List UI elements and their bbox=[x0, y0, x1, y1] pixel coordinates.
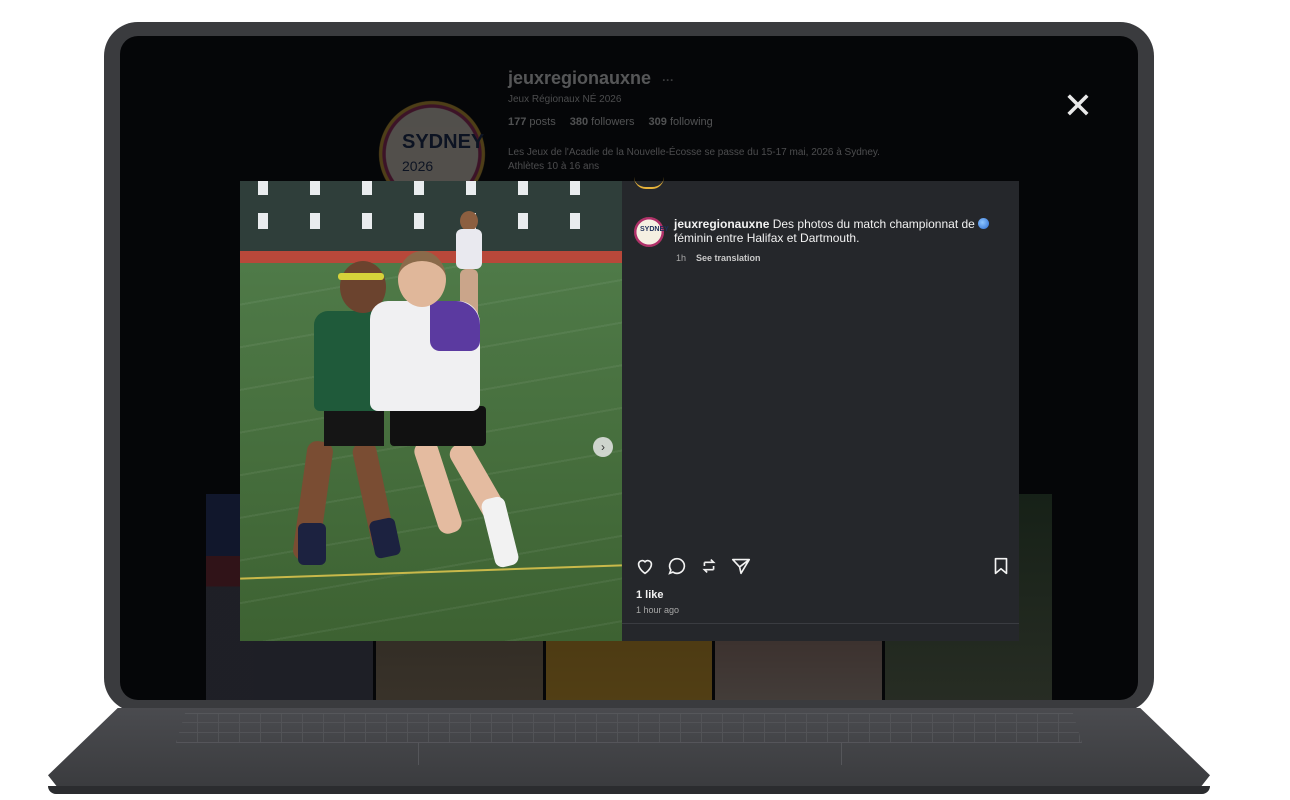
caption-meta: 1h See translation bbox=[676, 253, 761, 263]
laptop-trackpad bbox=[418, 743, 842, 765]
likes-count[interactable]: 1 like bbox=[636, 589, 664, 601]
author-avatar[interactable]: SYDNEY bbox=[634, 217, 669, 247]
send-icon[interactable] bbox=[730, 555, 752, 577]
posts-stat: 177 posts bbox=[508, 116, 556, 128]
profile-bio: Les Jeux de l'Acadie de la Nouvelle-Écos… bbox=[508, 147, 880, 172]
globe-emoji-icon bbox=[978, 218, 990, 229]
caption-row: SYDNEY jeuxregionauxne Des photos du mat… bbox=[634, 217, 1004, 247]
caption-author-link[interactable]: jeuxregionauxne bbox=[674, 217, 769, 231]
profile-subtitle: Jeux Régionaux NÉ 2026 bbox=[508, 94, 622, 105]
post-actions bbox=[634, 555, 1012, 579]
carousel-next-button[interactable]: › bbox=[593, 437, 613, 457]
close-icon[interactable]: ✕ bbox=[1060, 88, 1096, 124]
previous-comment-avatar bbox=[634, 177, 664, 189]
post-timestamp: 1 hour ago bbox=[636, 605, 680, 615]
post-age: 1h bbox=[676, 253, 687, 263]
bookmark-icon[interactable] bbox=[990, 555, 1012, 577]
followers-stat[interactable]: 380 followers bbox=[570, 116, 635, 128]
laptop-keyboard bbox=[176, 713, 1082, 743]
photo-player-white bbox=[370, 251, 540, 591]
post-photo[interactable]: › bbox=[240, 181, 622, 641]
panel-divider bbox=[622, 623, 1019, 624]
laptop-base-edge bbox=[48, 786, 1210, 794]
profile-stats: 177 posts 380 followers 309 following bbox=[508, 116, 713, 128]
see-translation-link[interactable]: See translation bbox=[696, 253, 761, 263]
post-details-panel: SYDNEY jeuxregionauxne Des photos du mat… bbox=[622, 181, 1019, 641]
photo-windows-top bbox=[240, 181, 622, 195]
profile-username: jeuxregionauxne ··· bbox=[508, 68, 675, 88]
profile-avatar-label: SYDNEY 2026 bbox=[402, 131, 485, 174]
heart-icon[interactable] bbox=[634, 555, 656, 577]
post-modal: › SYDNEY jeuxregionauxne Des photos du m… bbox=[240, 181, 1019, 641]
more-options-icon[interactable]: ··· bbox=[662, 73, 674, 87]
following-stat[interactable]: 309 following bbox=[649, 116, 713, 128]
repost-icon[interactable] bbox=[698, 555, 720, 577]
caption-text: jeuxregionauxne Des photos du match cham… bbox=[674, 217, 990, 247]
comment-icon[interactable] bbox=[666, 555, 688, 577]
